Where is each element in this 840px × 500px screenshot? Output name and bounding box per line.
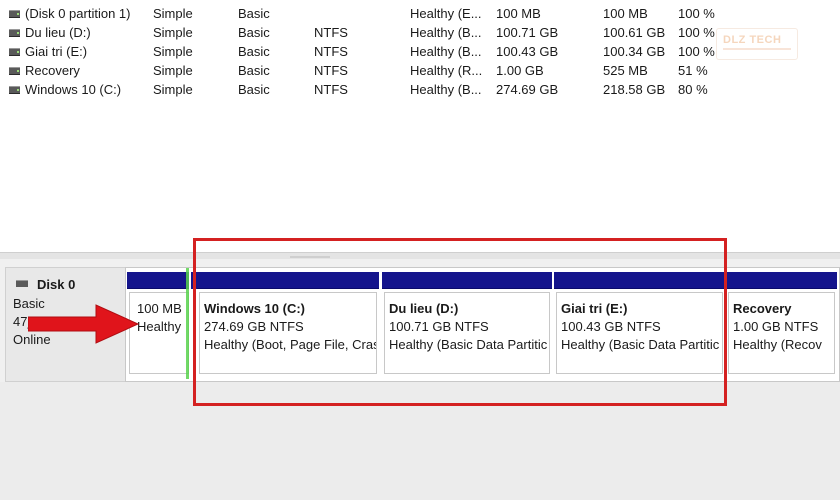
volume-free-space: 100.61 GB (603, 25, 666, 40)
volume-file-system: NTFS (314, 44, 348, 59)
partition-divider (186, 268, 189, 379)
volume-type: Basic (238, 82, 270, 97)
volume-status: Healthy (B... (410, 25, 482, 40)
volume-layout: Simple (153, 25, 193, 40)
volume-type: Basic (238, 63, 270, 78)
volume-file-system: NTFS (314, 25, 348, 40)
volume-name: Windows 10 (C:) (25, 82, 122, 97)
volume-type: Basic (238, 44, 270, 59)
volume-type: Basic (238, 6, 270, 21)
volume-name: Giai tri (E:) (25, 44, 88, 59)
volume-list: (Disk 0 partition 1) Simple Basic Health… (0, 0, 840, 252)
partition-recovery[interactable]: Recovery 1.00 GB NTFS Healthy (Recov (726, 268, 837, 379)
watermark-text: DLZ TECH (723, 34, 782, 46)
drive-icon (9, 29, 20, 37)
volume-status: Healthy (R... (410, 63, 483, 78)
drive-icon (9, 86, 20, 94)
partition-status: Healthy (Recov (733, 337, 822, 352)
partition-body: Recovery 1.00 GB NTFS Healthy (Recov (728, 292, 835, 374)
partition-status: Healthy (137, 319, 182, 334)
drive-icon (9, 10, 20, 18)
watermark-underline (723, 48, 791, 50)
volume-name: (Disk 0 partition 1) (25, 6, 131, 21)
volume-type: Basic (238, 25, 270, 40)
volume-percent-free: 80 % (678, 82, 708, 97)
volume-layout: Simple (153, 82, 193, 97)
volume-layout: Simple (153, 44, 193, 59)
volume-free-space: 525 MB (603, 63, 648, 78)
volume-layout: Simple (153, 6, 193, 21)
volume-row-recovery[interactable]: Recovery Simple Basic NTFS Healthy (R...… (0, 61, 840, 80)
volume-row-du-lieu[interactable]: Du lieu (D:) Simple Basic NTFS Healthy (… (0, 23, 840, 42)
partition-bar (726, 272, 837, 289)
volume-percent-free: 51 % (678, 63, 708, 78)
volume-capacity: 100.43 GB (496, 44, 559, 59)
drive-icon (9, 67, 20, 75)
volume-capacity: 1.00 GB (496, 63, 544, 78)
volume-percent-free: 100 % (678, 6, 715, 21)
partition-size: 1.00 GB NTFS (733, 319, 819, 334)
volume-status: Healthy (B... (410, 44, 482, 59)
volume-name: Recovery (25, 63, 80, 78)
volume-row-windows10[interactable]: Windows 10 (C:) Simple Basic NTFS Health… (0, 80, 840, 99)
volume-capacity: 100.71 GB (496, 25, 559, 40)
volume-layout: Simple (153, 63, 193, 78)
volume-row-disk0-partition1[interactable]: (Disk 0 partition 1) Simple Basic Health… (0, 4, 840, 23)
red-arrow-icon (28, 304, 140, 344)
volume-free-space: 100 MB (603, 6, 648, 21)
volume-status: Healthy (B... (410, 82, 482, 97)
partition-bar (127, 272, 189, 289)
volume-capacity: 274.69 GB (496, 82, 559, 97)
drive-icon (9, 48, 20, 56)
partition-title: Recovery (733, 301, 792, 316)
highlight-box (193, 238, 727, 406)
watermark-logo: DLZ TECH (716, 28, 798, 60)
volume-free-space: 218.58 GB (603, 82, 666, 97)
partition-size: 100 MB (137, 301, 182, 316)
volume-file-system: NTFS (314, 82, 348, 97)
volume-file-system: NTFS (314, 63, 348, 78)
volume-free-space: 100.34 GB (603, 44, 666, 59)
volume-status: Healthy (E... (410, 6, 482, 21)
disk-name: Disk 0 (37, 277, 76, 292)
volume-row-giai-tri[interactable]: Giai tri (E:) Simple Basic NTFS Healthy … (0, 42, 840, 61)
volume-capacity: 100 MB (496, 6, 541, 21)
volume-name: Du lieu (D:) (25, 25, 91, 40)
disk-icon (16, 280, 28, 287)
